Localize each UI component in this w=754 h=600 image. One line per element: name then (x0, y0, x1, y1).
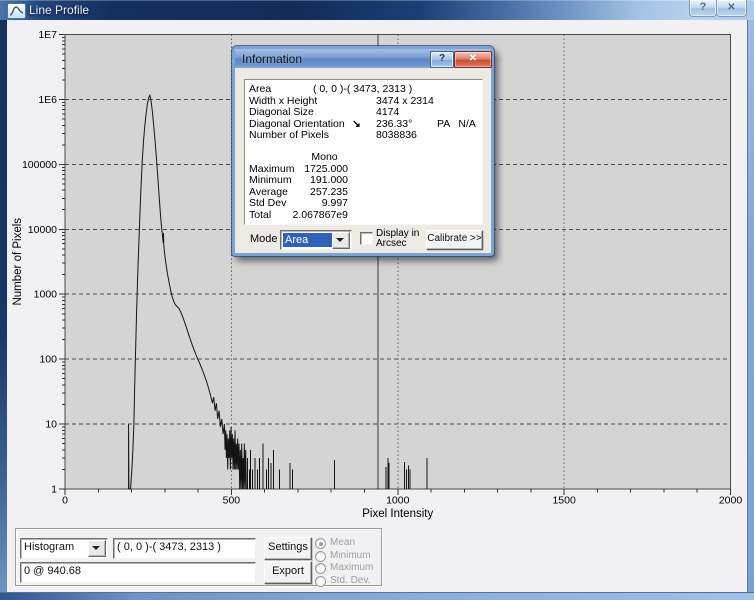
geometry-row-value: 4174 (376, 106, 399, 118)
x-axis-title: Pixel Intensity (362, 508, 433, 520)
geometry-row-label: Width x Height (249, 95, 317, 107)
svg-text:1000: 1000 (34, 289, 58, 301)
arrow-down-right-icon: ↘ (352, 118, 361, 130)
statistic-radio-group: Mean MinimumMaximum Std. Dev. (315, 532, 379, 584)
profile-type-dropdown[interactable]: Histogram (20, 538, 108, 559)
radio-dot (319, 542, 323, 546)
svg-text:500: 500 (223, 495, 241, 507)
information-dialog: Information ? ✕ Area ( 0, 0 )-( 3473, 231… (232, 46, 494, 256)
window-icon (7, 3, 26, 19)
mode-dropdown[interactable]: Area (280, 230, 352, 250)
information-dialog-body: Area ( 0, 0 )-( 3473, 2313 )Width x Heigh… (235, 68, 491, 253)
geometry-row: Area ( 0, 0 )-( 3473, 2313 ) (245, 83, 482, 95)
stats-row: Maximum1725.000 (245, 163, 482, 175)
column-header-mono: Mono (302, 151, 347, 163)
svg-text:2000: 2000 (719, 495, 743, 507)
geometry-row: Diagonal Size 4174 (245, 106, 482, 118)
stats-row-value: 1725.000 (248, 163, 348, 175)
stats-row: Total2.067867e9 (245, 209, 482, 221)
geometry-row: Diagonal Orientation 236.33° ↘ PA N/A (245, 118, 482, 130)
stats-row: Average257.235 (245, 186, 482, 198)
geometry-row-value: 8038836 (376, 129, 417, 141)
radio-label: Minimum (330, 550, 371, 561)
chevron-down-icon (336, 238, 344, 242)
window-close-button[interactable]: ✕ (716, 0, 747, 17)
geometry-row-label: Diagonal Orientation (249, 118, 345, 130)
radio-circle[interactable] (315, 563, 326, 574)
settings-button[interactable]: Settings (264, 537, 312, 560)
svg-text:1E6: 1E6 (38, 94, 57, 106)
dialog-close-button[interactable]: ✕ (454, 51, 492, 68)
geometry-row-extra: PA N/A (437, 118, 476, 130)
mode-dropdown-value: Area (283, 233, 332, 247)
calibrate-button[interactable]: Calibrate >> (426, 230, 483, 250)
radio-label: Std. Dev. (330, 575, 370, 586)
mode-label: Mode (250, 233, 278, 245)
geometry-row-value: 236.33° (376, 118, 412, 130)
stats-row: Std Dev9.997 (245, 197, 482, 209)
region-field-value: ( 0, 0 )-( 3473, 2313 ) (114, 539, 255, 553)
window-help-button[interactable]: ? (689, 0, 717, 17)
mode-dropdown-arrow[interactable] (332, 232, 350, 249)
svg-text:1500: 1500 (552, 495, 576, 507)
geometry-row-label: Number of Pixels (249, 129, 329, 141)
svg-text:1E7: 1E7 (38, 29, 57, 41)
information-stats-panel: Area ( 0, 0 )-( 3473, 2313 )Width x Heigh… (244, 79, 483, 225)
cursor-position-value: 0 @ 940.68 (21, 563, 255, 577)
window-title: Line Profile (29, 3, 89, 17)
geometry-row-label: Diagonal Size (249, 106, 314, 118)
svg-text:100: 100 (39, 354, 57, 366)
column-header-row: Mono (245, 151, 482, 163)
radio-label: Mean (330, 537, 355, 548)
geometry-row-label: Area (249, 83, 271, 95)
radio-circle[interactable] (315, 551, 326, 562)
stats-row-value: 9.997 (248, 197, 348, 209)
svg-text:10: 10 (45, 419, 57, 431)
window-border-bottom (0, 592, 754, 600)
region-field[interactable]: ( 0, 0 )-( 3473, 2313 ) (113, 538, 256, 559)
stats-row: Minimum191.000 (245, 174, 482, 186)
svg-text:1000: 1000 (386, 495, 410, 507)
svg-text:100000: 100000 (22, 159, 57, 171)
window-border-right (747, 20, 754, 592)
profile-type-dropdown-arrow[interactable] (88, 540, 106, 557)
window-border-left (0, 20, 7, 592)
geometry-row-value: 3474 x 2314 (376, 95, 434, 107)
information-dialog-titlebar: Information ? ✕ (235, 49, 491, 68)
geometry-row: Width x Height 3474 x 2314 (245, 95, 482, 107)
chevron-down-icon (92, 546, 100, 550)
svg-text:1: 1 (51, 484, 57, 496)
stats-row-value: 191.000 (248, 174, 348, 186)
export-button[interactable]: Export (264, 561, 312, 584)
geometry-row-value: ( 0, 0 )-( 3473, 2313 ) (313, 83, 412, 95)
radio-circle[interactable] (315, 538, 326, 549)
bottom-control-panel: Histogram ( 0, 0 )-( 3473, 2313 ) Settin… (15, 528, 382, 586)
stats-row-value: 257.235 (248, 186, 348, 198)
svg-text:10000: 10000 (28, 224, 57, 236)
dialog-help-button[interactable]: ? (430, 51, 454, 68)
display-in-arcsec-checkbox[interactable] (360, 232, 373, 245)
radio-circle[interactable] (315, 576, 326, 587)
y-axis-title: Number of Pixels (12, 218, 24, 306)
cursor-position-field[interactable]: 0 @ 940.68 (20, 562, 256, 583)
geometry-row: Number of Pixels 8038836 (245, 129, 482, 141)
radio-label: Maximum (330, 562, 373, 573)
stats-row-value: 2.067867e9 (248, 209, 348, 221)
svg-text:0: 0 (62, 495, 68, 507)
information-dialog-title: Information (242, 52, 302, 66)
window-titlebar: Line Profile ? ✕ (0, 0, 754, 20)
